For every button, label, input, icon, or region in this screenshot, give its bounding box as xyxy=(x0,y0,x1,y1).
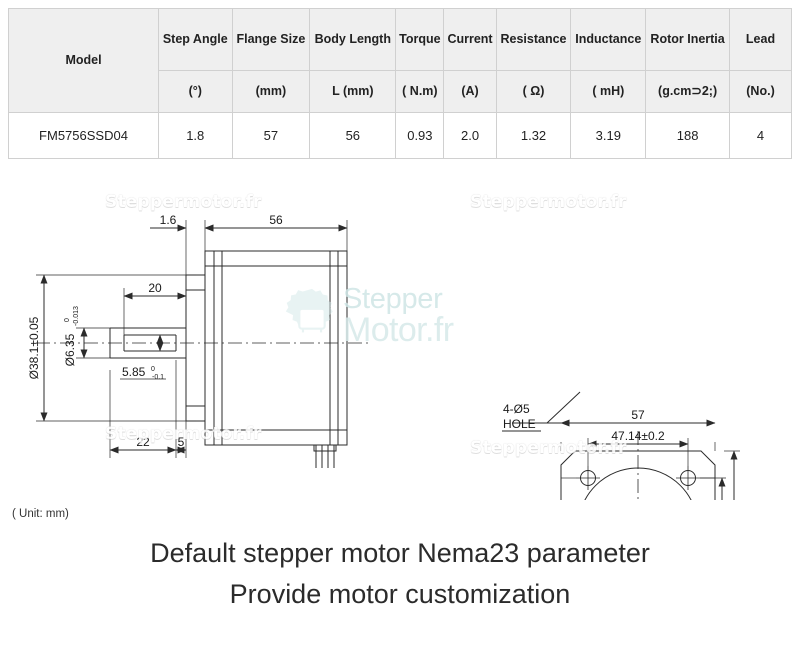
cell-inductance: 3.19 xyxy=(570,112,647,159)
table-body: FM5756SSD04 1.8 57 56 0.93 2.0 1.32 3.19… xyxy=(8,112,792,159)
column-unit-current: (A) xyxy=(443,70,497,113)
column-unit-torque: ( N.m) xyxy=(395,70,445,113)
table-row: FM5756SSD04 1.8 57 56 0.93 2.0 1.32 3.19… xyxy=(8,112,792,159)
column-header-current: Current xyxy=(443,8,497,71)
column-header-inductance: Inductance xyxy=(570,8,647,71)
dim-flange-diameter: Ø38.1±0.05 xyxy=(27,316,41,379)
dim-flat-tol-lower: -0.1 xyxy=(152,374,164,381)
dim-flat-height: 5.85 xyxy=(122,365,146,379)
dim-flat-tol-upper: 0 xyxy=(151,366,155,373)
table-header-row-names: Model Step Angle Flange Size Body Length… xyxy=(8,8,792,113)
drawings-svg: 1.6 56 20 22 5 Ø38.1±0.05 Ø6.35 0 -0.013… xyxy=(27,213,740,500)
cell-torque: 0.93 xyxy=(395,112,445,159)
dim-shaft-tol-lower: -0.013 xyxy=(73,306,80,326)
column-unit-flange-size: (mm) xyxy=(231,70,311,113)
column-header-body-length: Body Length xyxy=(309,8,397,71)
column-unit-rotor-inertia: (g.cm⊃2;) xyxy=(645,70,730,113)
column-unit-inductance: ( mH) xyxy=(570,70,647,113)
dim-body-length: 56 xyxy=(269,213,283,227)
hole-callout-line1: 4-Ø5 xyxy=(503,402,530,416)
cell-resistance: 1.32 xyxy=(495,112,572,159)
column-unit-step-angle: (°) xyxy=(158,70,233,113)
dim-flat-start: 22 xyxy=(136,435,150,449)
cell-rotor-inertia: 188 xyxy=(645,112,730,159)
dim-flange-thickness: 1.6 xyxy=(160,213,177,227)
dim-shaft-tol-upper: 0 xyxy=(64,318,71,322)
column-header-model: Model xyxy=(8,8,159,113)
cell-lead: 4 xyxy=(729,112,792,159)
dim-flat-offset: 5 xyxy=(178,435,185,449)
column-unit-resistance: ( Ω) xyxy=(495,70,572,113)
dim-shaft-diameter: Ø6.35 xyxy=(63,333,77,366)
caption-block: Default stepper motor Nema23 parameter P… xyxy=(0,533,800,615)
cell-body-length: 56 xyxy=(309,112,397,159)
column-unit-body-length: L (mm) xyxy=(309,70,397,113)
caption-line-1: Default stepper motor Nema23 parameter xyxy=(150,538,650,568)
hole-callout-line2: HOLE xyxy=(503,417,536,431)
cell-current: 2.0 xyxy=(443,112,497,159)
side-view-drawing xyxy=(36,220,372,468)
caption-line-2: Provide motor customization xyxy=(229,579,571,610)
dim-shaft-length: 20 xyxy=(148,281,162,295)
column-header-rotor-inertia: Rotor Inertia xyxy=(645,8,730,71)
column-header-lead: Lead xyxy=(729,8,792,71)
column-header-step-angle: Step Angle xyxy=(158,8,233,71)
table-header: Model Step Angle Flange Size Body Length… xyxy=(8,8,792,113)
dim-front-width: 57 xyxy=(631,408,645,422)
column-unit-lead: (No.) xyxy=(729,70,792,113)
column-header-resistance: Resistance xyxy=(495,8,572,71)
technical-drawings: 1.6 56 20 22 5 Ø38.1±0.05 Ø6.35 0 -0.013… xyxy=(0,180,800,500)
unit-note: ( Unit: mm) xyxy=(12,508,69,520)
cell-flange-size: 57 xyxy=(231,112,311,159)
cell-step-angle: 1.8 xyxy=(158,112,233,159)
column-header-flange-size: Flange Size xyxy=(231,8,311,71)
specification-table: Model Step Angle Flange Size Body Length… xyxy=(8,8,792,159)
dim-hole-pitch-h: 47.14±0.2 xyxy=(611,429,665,443)
cell-model: FM5756SSD04 xyxy=(8,112,159,159)
column-header-torque: Torque xyxy=(395,8,445,71)
